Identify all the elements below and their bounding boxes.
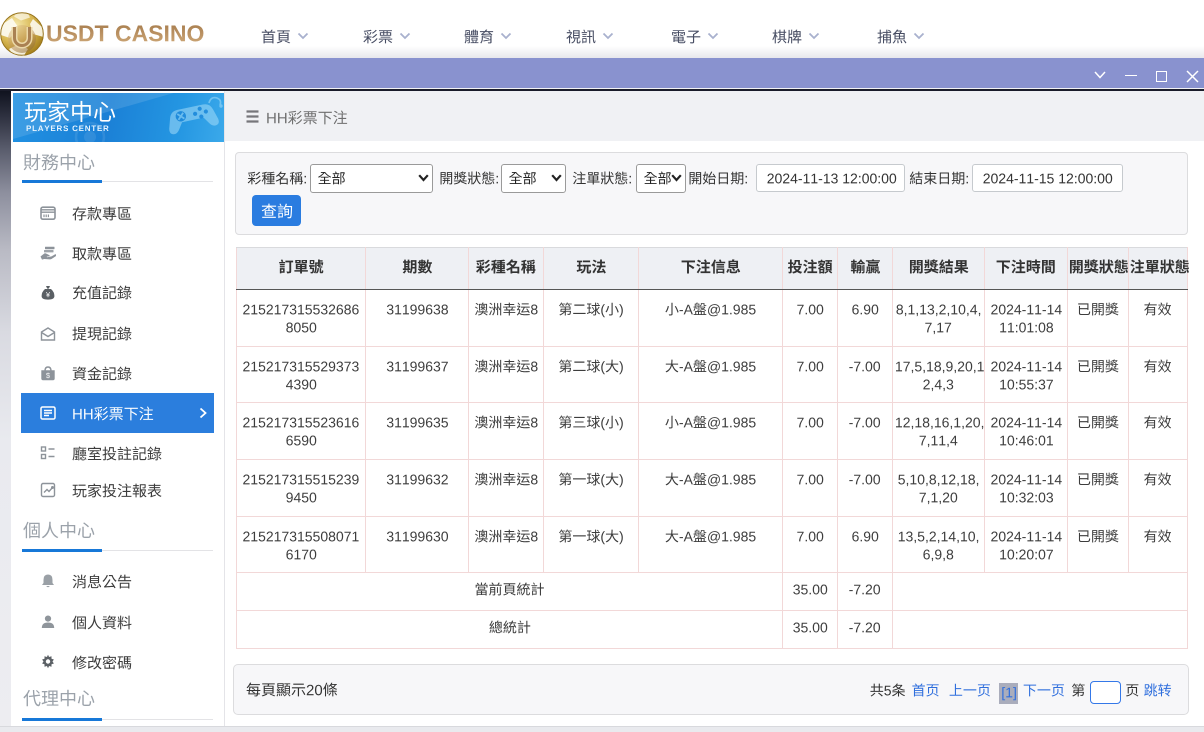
svg-text:casino: casino	[15, 55, 30, 57]
